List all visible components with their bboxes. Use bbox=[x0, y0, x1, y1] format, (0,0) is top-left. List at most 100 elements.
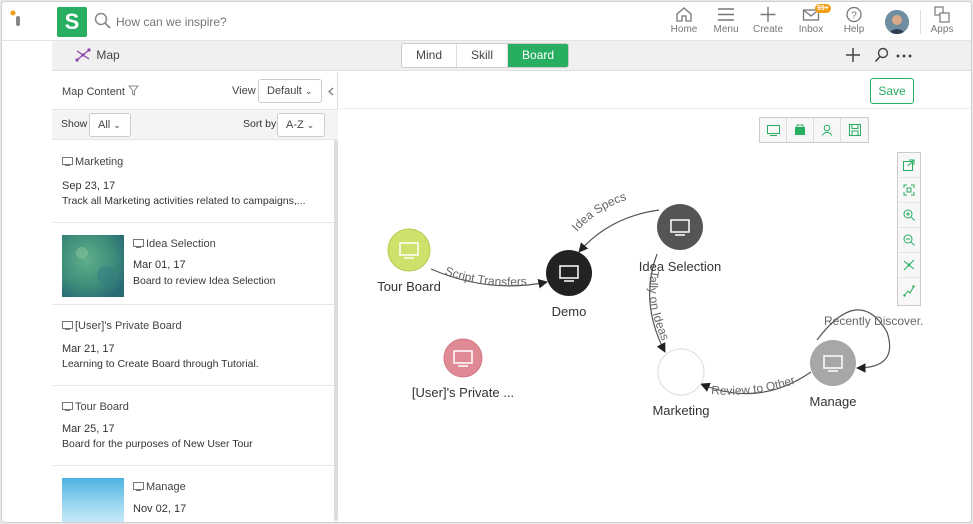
list-item-desc: Learning to Create Board through Tutoria… bbox=[62, 358, 259, 370]
panel-header: Map Content View Default ⌄ bbox=[52, 72, 338, 110]
app-window: S Home Menu bbox=[1, 1, 972, 523]
nav-create[interactable]: Create bbox=[748, 6, 788, 38]
nav-inbox[interactable]: 99+ Inbox bbox=[791, 4, 831, 38]
list-item-title: [User]'s Private Board bbox=[75, 320, 182, 332]
list-item[interactable]: [User]'s Private Board Mar 21, 17 Learni… bbox=[52, 305, 334, 386]
user-avatar[interactable] bbox=[885, 10, 909, 34]
search-icon[interactable] bbox=[874, 47, 890, 63]
sort-dropdown[interactable]: A-Z ⌄ bbox=[277, 113, 325, 137]
edge-label: Script Transfers bbox=[443, 264, 527, 289]
board-icon bbox=[133, 482, 144, 491]
list-item-desc: Board to review Idea Selection bbox=[133, 275, 276, 287]
panel-title-text: Map Content bbox=[62, 86, 125, 98]
chevron-down-icon: ⌄ bbox=[306, 120, 315, 130]
list-item-date: Mar 21, 17 bbox=[62, 343, 115, 355]
view-label: View bbox=[232, 85, 256, 97]
menu-icon bbox=[718, 8, 734, 21]
chevron-down-icon: ⌄ bbox=[304, 86, 313, 96]
sort-dropdown-value: A-Z bbox=[286, 119, 304, 131]
node-tour-board[interactable]: Tour Board bbox=[377, 228, 441, 294]
edge-label: Review to Other bbox=[711, 373, 797, 398]
list-item-title: Manage bbox=[146, 481, 186, 493]
apps-icon bbox=[934, 6, 950, 23]
edge-label: Idea Specs bbox=[569, 189, 628, 234]
add-icon[interactable] bbox=[845, 47, 861, 63]
nav-menu-label: Menu bbox=[713, 24, 739, 35]
search-icon bbox=[94, 12, 111, 29]
nav-home[interactable]: Home bbox=[664, 6, 704, 38]
panel-title: Map Content bbox=[62, 85, 140, 98]
list-item[interactable]: Tour Board Mar 25, 17 Board for the purp… bbox=[52, 386, 334, 466]
board-icon bbox=[62, 157, 73, 166]
map-label: Map bbox=[96, 48, 120, 62]
board-graph[interactable]: Script Transfers Idea Specs Tally on Ide… bbox=[339, 72, 972, 523]
map-icon bbox=[75, 48, 91, 62]
board-thumbnail bbox=[62, 235, 124, 297]
left-gutter bbox=[2, 41, 52, 522]
chevron-down-icon: ⌄ bbox=[113, 120, 121, 130]
board-canvas[interactable]: Save Script Transfers Idea Specs Tally o… bbox=[339, 72, 972, 523]
edge-label: Recently Discover. bbox=[824, 314, 923, 328]
show-label: Show bbox=[61, 118, 88, 130]
app-logo[interactable]: S bbox=[57, 7, 87, 37]
list-item-desc: Board for the purposes of New User Tour bbox=[62, 438, 253, 450]
node-demo[interactable]: Demo bbox=[546, 250, 592, 319]
node-label: Demo bbox=[552, 304, 587, 319]
node-private-board[interactable]: [User]'s Private ... bbox=[412, 338, 514, 400]
node-label: Idea Selection bbox=[639, 259, 721, 274]
edge-script-transfers[interactable]: Script Transfers bbox=[430, 264, 548, 289]
board-list: Marketing Sep 23, 17 Track all Marketing… bbox=[52, 140, 334, 522]
sub-bar: Map Mind Skill Board bbox=[2, 41, 971, 71]
tab-mind[interactable]: Mind bbox=[402, 44, 458, 67]
board-thumbnail bbox=[62, 478, 124, 522]
nav-apps-label: Apps bbox=[930, 24, 954, 35]
list-item-date: Sep 23, 17 bbox=[62, 180, 116, 192]
filter-icon[interactable] bbox=[128, 85, 140, 96]
edge-idea-specs[interactable]: Idea Specs bbox=[569, 189, 660, 253]
node-label: Marketing bbox=[652, 403, 709, 418]
node-idea-selection[interactable]: Idea Selection bbox=[639, 204, 721, 274]
edge-review-to-other[interactable]: Review to Other bbox=[700, 371, 812, 398]
search-input[interactable] bbox=[116, 11, 336, 33]
list-item-date: Mar 25, 17 bbox=[62, 423, 115, 435]
tab-skill[interactable]: Skill bbox=[457, 44, 509, 67]
nav-menu[interactable]: Menu bbox=[706, 6, 746, 38]
list-item[interactable]: Manage Nov 02, 17 bbox=[52, 466, 334, 522]
board-icon bbox=[133, 239, 144, 248]
map-breadcrumb[interactable]: Map bbox=[75, 48, 120, 62]
panel-filter-bar: Show All ⌄ Sort by A-Z ⌄ bbox=[52, 110, 338, 140]
list-item-title: Idea Selection bbox=[146, 238, 216, 250]
list-item-date: Nov 02, 17 bbox=[133, 503, 187, 515]
window-dots-icon bbox=[10, 10, 20, 26]
board-icon bbox=[62, 321, 73, 330]
view-dropdown[interactable]: Default ⌄ bbox=[258, 79, 322, 103]
collapse-chevron-icon[interactable] bbox=[328, 87, 334, 96]
list-item[interactable]: Marketing Sep 23, 17 Track all Marketing… bbox=[52, 140, 334, 223]
nav-help[interactable]: ? Help bbox=[834, 6, 874, 38]
scrollbar-thumb[interactable] bbox=[334, 140, 338, 520]
svg-text:?: ? bbox=[851, 11, 857, 22]
inbox-badge: 99+ bbox=[815, 4, 831, 13]
node-label: [User]'s Private ... bbox=[412, 385, 514, 400]
node-manage[interactable]: Manage bbox=[810, 340, 857, 409]
plus-icon bbox=[760, 7, 776, 22]
nav-create-label: Create bbox=[752, 24, 783, 35]
nav-separator bbox=[920, 10, 921, 34]
node-label: Manage bbox=[810, 394, 857, 409]
list-item[interactable]: Idea Selection Mar 01, 17 Board to revie… bbox=[52, 223, 334, 305]
nav-home-label: Home bbox=[670, 24, 698, 35]
help-icon: ? bbox=[846, 6, 862, 23]
tab-board[interactable]: Board bbox=[508, 44, 569, 67]
node-label: Tour Board bbox=[377, 279, 441, 294]
mode-tabs: Mind Skill Board bbox=[401, 43, 570, 68]
nav-apps[interactable]: Apps bbox=[922, 6, 962, 38]
list-item-date: Mar 01, 17 bbox=[133, 259, 186, 271]
list-item-desc: Track all Marketing activities related t… bbox=[62, 195, 306, 207]
edge-label: Tally on Ideas bbox=[646, 269, 672, 342]
map-content-panel: Map Content View Default ⌄ Show All ⌄ So… bbox=[52, 72, 338, 522]
show-dropdown-value: All bbox=[98, 119, 111, 131]
more-icon[interactable] bbox=[896, 54, 912, 58]
show-dropdown[interactable]: All ⌄ bbox=[89, 113, 131, 137]
node-marketing[interactable]: Marketing bbox=[652, 348, 710, 418]
search-box[interactable] bbox=[94, 11, 344, 33]
